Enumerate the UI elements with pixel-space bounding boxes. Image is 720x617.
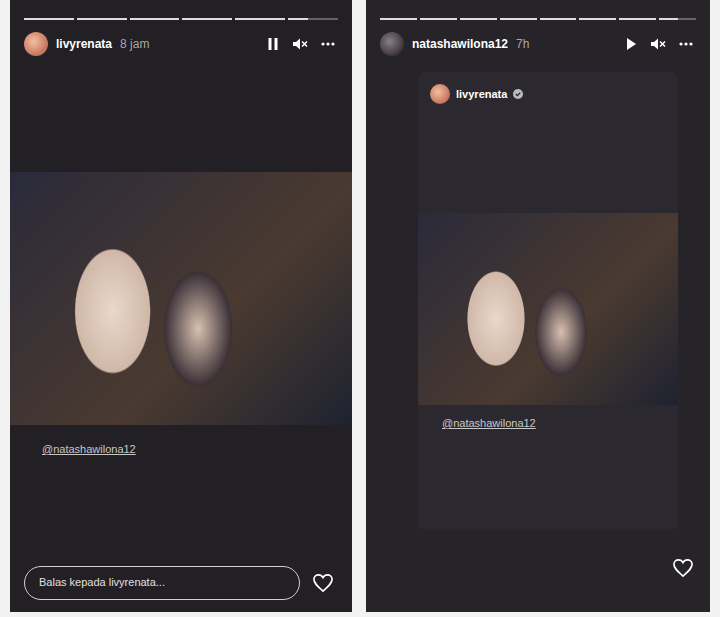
timestamp: 7h — [516, 37, 529, 51]
progress-segment — [182, 18, 232, 20]
more-icon[interactable] — [678, 37, 694, 51]
username[interactable]: livyrenata — [456, 88, 507, 100]
story-header: natashawilona12 7h — [366, 20, 710, 56]
progress-segment — [460, 18, 497, 20]
story-photo — [10, 172, 352, 425]
progress-fill — [235, 18, 285, 20]
progress-segment — [540, 18, 577, 20]
progress-fill — [540, 18, 577, 20]
progress-fill — [77, 18, 127, 20]
story-photo — [418, 213, 678, 405]
reply-row: Balas kepada livyrenata... — [10, 566, 352, 612]
pause-icon[interactable] — [266, 37, 280, 51]
card-header: livyrenata — [418, 72, 678, 116]
story-panel: livyrenata 8 jam @natashawilona12 Balas … — [10, 0, 352, 612]
mention-link[interactable]: @natashawilona12 — [442, 417, 536, 429]
progress-fill — [288, 18, 308, 20]
shared-story-card[interactable]: livyrenata @natashawilona12 — [418, 72, 678, 530]
mention-link[interactable]: @natashawilona12 — [42, 443, 136, 455]
progress-fill — [579, 18, 616, 20]
heart-icon[interactable] — [672, 558, 694, 578]
action-row — [366, 530, 710, 578]
avatar[interactable] — [380, 32, 404, 56]
progress-fill — [460, 18, 497, 20]
verified-icon — [513, 89, 523, 99]
progress-segment — [500, 18, 537, 20]
story-header: livyrenata 8 jam — [10, 20, 352, 56]
progress-segment — [659, 18, 696, 20]
progress-fill — [182, 18, 232, 20]
progress-segment — [619, 18, 656, 20]
progress-fill — [24, 18, 74, 20]
progress-segment — [579, 18, 616, 20]
username[interactable]: natashawilona12 — [412, 37, 508, 51]
muted-speaker-icon[interactable] — [650, 37, 666, 51]
heart-icon[interactable] — [312, 573, 334, 593]
username[interactable]: livyrenata — [56, 37, 112, 51]
screenshot: livyrenata 8 jam @natashawilona12 Balas … — [0, 0, 720, 617]
progress-fill — [619, 18, 656, 20]
avatar[interactable] — [430, 84, 450, 104]
progress-segment — [420, 18, 457, 20]
progress-segment — [24, 18, 74, 20]
progress-fill — [420, 18, 457, 20]
progress-fill — [659, 18, 677, 20]
more-icon[interactable] — [320, 37, 336, 51]
progress-fill — [130, 18, 180, 20]
timestamp: 8 jam — [120, 37, 149, 51]
progress-segment — [380, 18, 417, 20]
progress-segment — [77, 18, 127, 20]
progress-bars — [10, 0, 352, 20]
progress-fill — [500, 18, 537, 20]
progress-fill — [380, 18, 417, 20]
reply-input[interactable]: Balas kepada livyrenata... — [24, 566, 300, 600]
story-panel: natashawilona12 7h livyrenata @natashawi… — [366, 0, 710, 612]
progress-segment — [288, 18, 338, 20]
avatar[interactable] — [24, 32, 48, 56]
muted-speaker-icon[interactable] — [292, 37, 308, 51]
progress-bars — [366, 0, 710, 20]
progress-segment — [130, 18, 180, 20]
play-icon[interactable] — [624, 37, 638, 51]
progress-segment — [235, 18, 285, 20]
